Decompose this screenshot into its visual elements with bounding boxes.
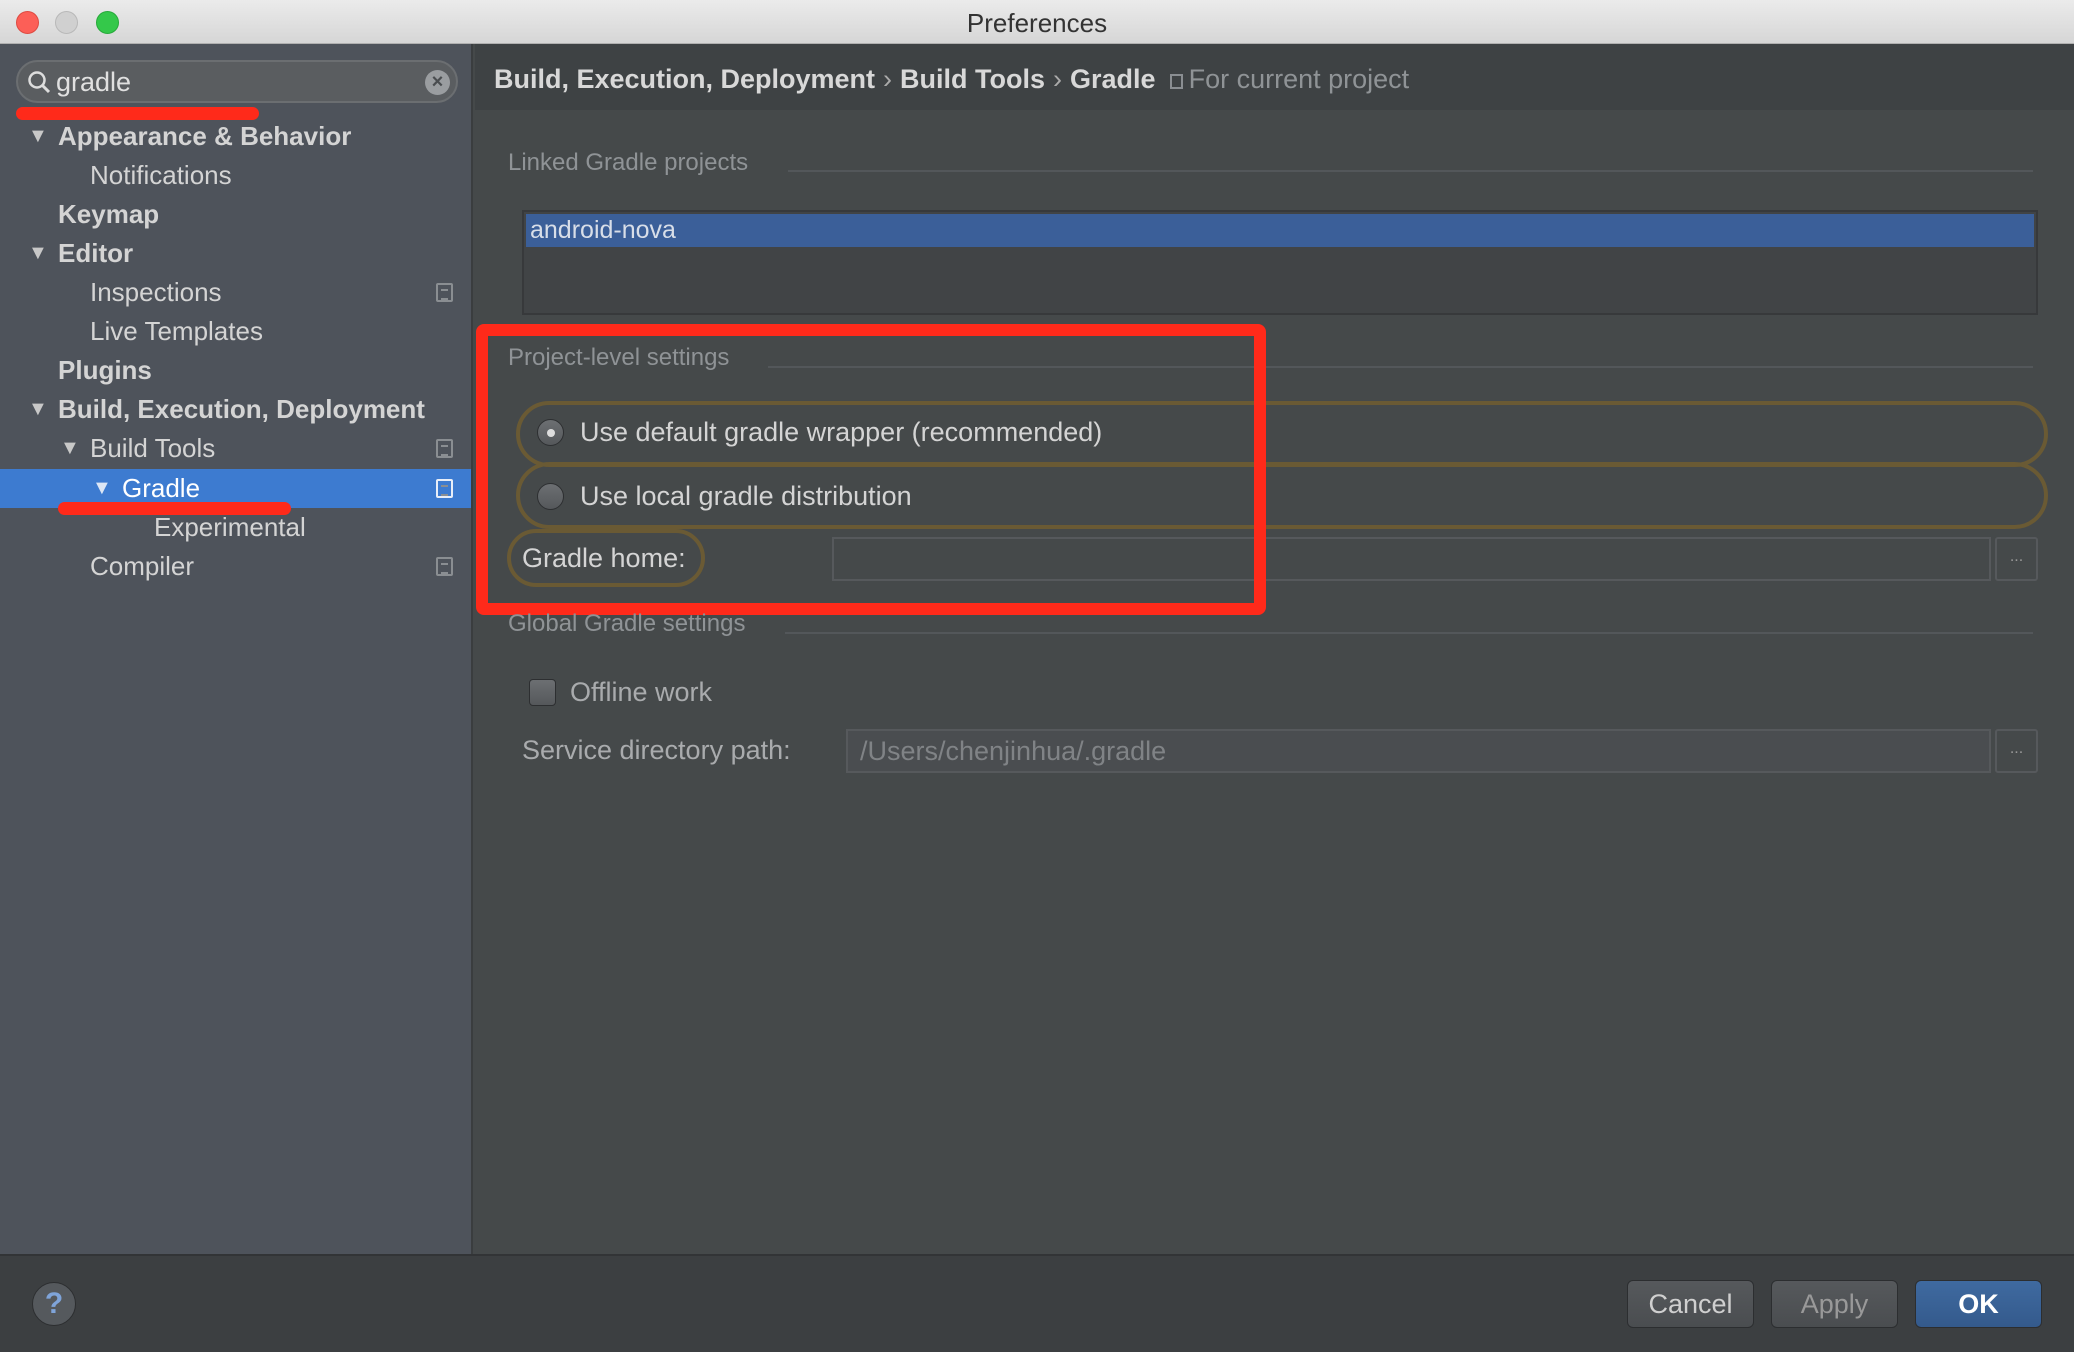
tree-item[interactable]: ▼ Build, Execution, Deployment	[0, 390, 471, 429]
project-scope-icon	[436, 479, 453, 498]
divider	[788, 170, 2033, 172]
annotation-underline-gradle	[58, 502, 291, 515]
list-item[interactable]: android-nova	[526, 214, 2034, 247]
annotation-red-box	[476, 324, 1266, 615]
tree-item[interactable]: ▼ Appearance & Behavior	[0, 117, 471, 156]
scope-label: For current project	[1188, 64, 1410, 94]
tree-item-label: Inspections	[90, 277, 222, 307]
tree-item[interactable]: Compiler	[0, 547, 471, 586]
tree-item-label: Appearance & Behavior	[58, 121, 352, 151]
tree-item-label: Keymap	[58, 199, 160, 229]
tree-item-label: Compiler	[90, 551, 195, 581]
offline-work-label[interactable]: Offline work	[570, 677, 712, 708]
tree-item-label: Notifications	[90, 160, 232, 190]
window-title: Preferences	[966, 8, 1108, 38]
project-scope-icon	[436, 439, 453, 458]
breadcrumb-separator: ›	[883, 64, 893, 94]
tree-item[interactable]: Plugins	[0, 351, 471, 390]
tree-item[interactable]: Live Templates	[0, 312, 471, 351]
apply-button[interactable]: Apply	[1771, 1280, 1898, 1328]
breadcrumb-separator: ›	[1053, 64, 1063, 94]
global-settings-title: Global Gradle settings	[508, 610, 746, 637]
clear-icon[interactable]: ×	[425, 70, 450, 95]
tree-item[interactable]: Notifications	[0, 156, 471, 195]
breadcrumb-item: Build Tools	[900, 64, 1046, 94]
gradle-home-browse-button[interactable]: ...	[1995, 537, 2038, 581]
service-directory-browse-button[interactable]: ...	[1995, 729, 2038, 773]
linked-projects-list[interactable]: android-nova	[522, 210, 2038, 315]
ok-button[interactable]: OK	[1915, 1280, 2042, 1328]
search-input[interactable]	[56, 66, 406, 98]
tree-item[interactable]: ▼ Editor	[0, 234, 471, 273]
project-scope-icon	[436, 557, 453, 576]
cancel-button[interactable]: Cancel	[1627, 1280, 1754, 1328]
title-bar: Preferences	[0, 0, 2074, 44]
breadcrumb: Build, Execution, Deployment › Build Tools…	[494, 64, 1409, 95]
service-directory-label: Service directory path:	[522, 735, 791, 765]
tree-item-label: Build Tools	[90, 433, 216, 463]
help-button[interactable]: ?	[32, 1282, 76, 1326]
expand-arrow-icon[interactable]: ▼	[28, 390, 48, 429]
expand-arrow-icon[interactable]: ▼	[60, 429, 80, 468]
tree-item-label: Live Templates	[90, 316, 263, 346]
linked-projects-title: Linked Gradle projects	[508, 149, 749, 176]
project-scope-icon	[436, 283, 453, 302]
project-scope-icon	[1169, 74, 1183, 89]
tree-item-label: Build, Execution, Deployment	[58, 394, 425, 424]
tree-item[interactable]: Keymap	[0, 195, 471, 234]
footer-bar	[0, 1254, 2074, 1352]
breadcrumb-item: Build, Execution, Deployment	[494, 64, 876, 94]
search-icon	[28, 71, 51, 94]
service-directory-input[interactable]: /Users/chenjinhua/.gradle	[846, 729, 1991, 773]
breadcrumb-item: Gradle	[1070, 64, 1156, 94]
tree-item-label: Editor	[58, 238, 134, 268]
tree-item[interactable]: ▼ Build Tools	[0, 429, 471, 468]
tree-item-label: Plugins	[58, 355, 152, 385]
tree-item[interactable]: Inspections	[0, 273, 471, 312]
divider	[785, 632, 2033, 634]
offline-work-checkbox[interactable]	[529, 679, 556, 706]
expand-arrow-icon[interactable]: ▼	[28, 117, 48, 156]
expand-arrow-icon[interactable]: ▼	[28, 234, 48, 273]
search-field[interactable]: ×	[16, 60, 458, 103]
